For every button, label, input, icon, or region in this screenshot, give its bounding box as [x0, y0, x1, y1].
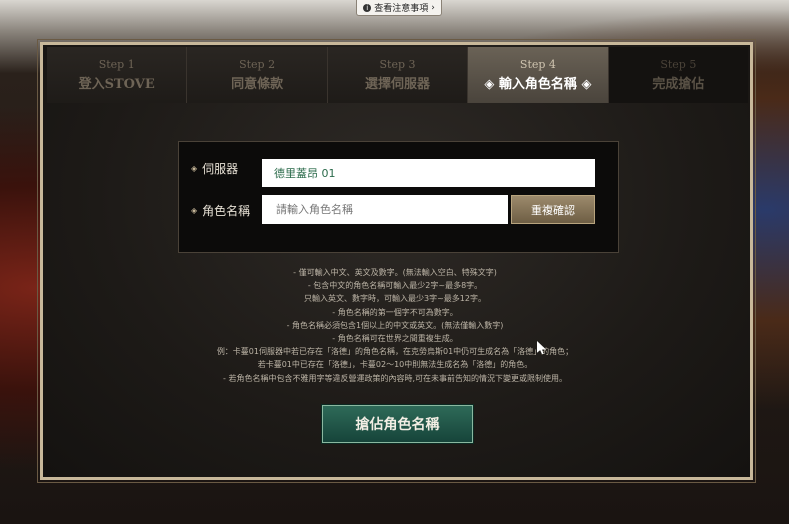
server-field: 德里蓋昂 01 — [262, 159, 595, 187]
claim-name-button[interactable]: 搶佔角色名稱 — [322, 405, 473, 443]
step-2: Step 2 同意條款 — [187, 47, 328, 103]
step-3: Step 3 選擇伺服器 — [327, 47, 469, 103]
character-name-form: ◈ 伺服器 德里蓋昂 01 ◈ 角色名稱 重複確認 — [178, 141, 619, 253]
step-number: Step 4 — [519, 58, 556, 71]
chevron-right-icon: › — [431, 2, 435, 13]
step-number: Step 2 — [239, 58, 276, 71]
server-row: ◈ 伺服器 — [191, 160, 263, 177]
note-line: - 角色名稱可在世界之間重複生成。 — [332, 334, 458, 344]
server-value: 德里蓋昂 01 — [274, 167, 336, 180]
step-number: Step 3 — [379, 58, 416, 71]
diamond-icon: ◈ — [191, 164, 198, 173]
note-line: - 僅可輸入中文、英文及數字。(無法輸入空白、特殊文字) — [293, 268, 497, 277]
note-line: - 若角色名稱中包含不雅用字等違反營運政策的內容時,可在未事前告知的情況下變更或… — [223, 373, 567, 383]
step-label: ◈ 輸入角色名稱 ◈ — [484, 77, 592, 92]
step-progress: Step 1 登入STOVE Step 2 同意條款 Step 3 選擇伺服器 … — [47, 47, 749, 103]
note-line: 例：卡蔓01伺服器中若已存在「洛德」的角色名稱，在克勞烏斯01中仍可生成名為「洛… — [216, 347, 574, 357]
notice-label: 查看注意事項 — [374, 4, 429, 14]
step-label: 同意條款 — [231, 77, 284, 92]
diamond-icon: ◈ — [191, 206, 198, 215]
step-number: Step 5 — [660, 58, 697, 71]
notice-link[interactable]: i 查看注意事項 › — [356, 0, 442, 16]
name-row: ◈ 角色名稱 — [191, 202, 263, 219]
step-label: 登入STOVE — [78, 77, 155, 92]
step-label: 完成搶佔 — [652, 77, 705, 92]
note-line: 若卡蔓01中已存在「洛德」，卡蔓02～10中則無法生成名為「洛德」的角色。 — [257, 360, 533, 370]
note-line: - 包含中文的角色名稱可輸入最少2字~最多8字。 — [307, 281, 483, 291]
server-label: 伺服器 — [202, 162, 239, 176]
duplicate-check-button[interactable]: 重複確認 — [511, 195, 595, 224]
note-line: - 角色名稱的第一個字不可為數字。 — [332, 307, 458, 317]
name-field[interactable] — [262, 195, 508, 224]
name-label: 角色名稱 — [202, 204, 251, 218]
step-1: Step 1 登入STOVE — [47, 47, 188, 103]
step-number: Step 1 — [98, 58, 135, 71]
note-line: 只輸入英文、數字時，可輸入最少3字~最多12字。 — [304, 294, 486, 304]
info-icon: i — [363, 3, 372, 12]
rules-notes: - 僅可輸入中文、英文及數字。(無法輸入空白、特殊文字) - 包含中文的角色名稱… — [150, 266, 640, 385]
character-name-input[interactable] — [274, 202, 508, 217]
step-4: Step 4 ◈ 輸入角色名稱 ◈ — [468, 47, 609, 103]
step-label: 選擇伺服器 — [365, 77, 431, 92]
step-5: Step 5 完成搶佔 — [608, 47, 749, 103]
note-line: - 角色名稱必須包含1個以上的中文或英文。(無法僅輸入數字) — [286, 320, 504, 330]
